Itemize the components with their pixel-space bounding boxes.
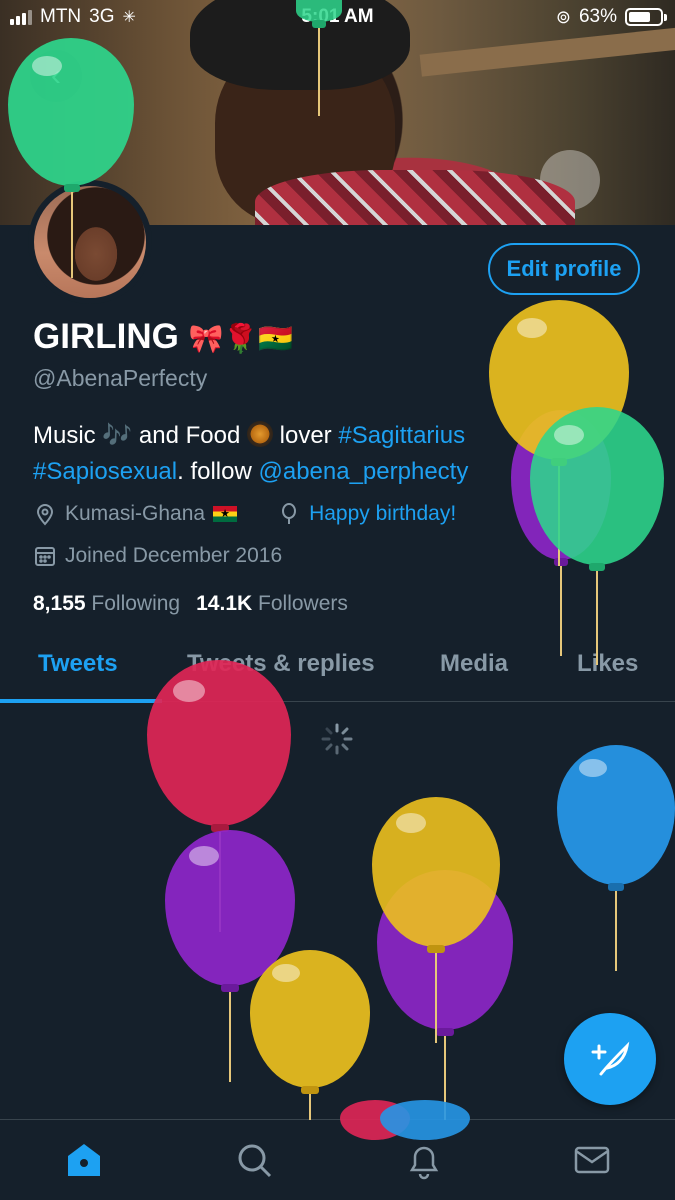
location-pin-icon <box>36 504 54 526</box>
calendar-icon <box>35 547 55 566</box>
location-row: Kumasi-Ghana Happy birthday! <box>33 502 456 526</box>
balloon-blue <box>557 745 675 975</box>
bio-text-2: and Food <box>132 422 247 449</box>
mail-icon[interactable] <box>572 1140 612 1180</box>
home-icon[interactable] <box>64 1140 104 1180</box>
profile-name-emojis: 🎀🌹🇬🇭 <box>188 323 294 354</box>
food-emoji-icon <box>246 421 273 447</box>
bio-text-4: . follow <box>177 458 259 485</box>
loading-spinner-icon <box>321 723 353 755</box>
rotation-lock-icon: ⊚ <box>555 6 571 27</box>
bio-text-3: lover <box>272 422 339 449</box>
hashtag-link[interactable]: #Sapiosexual <box>33 458 177 485</box>
balloon-red <box>147 660 291 940</box>
tab-media[interactable]: Media <box>440 650 508 678</box>
bio-text-1: Music <box>33 422 103 449</box>
edit-profile-button[interactable]: Edit profile <box>488 243 640 295</box>
follow-stats: 8,155 Following 14.1K Followers <box>33 592 348 616</box>
following-link[interactable]: 8,155 Following <box>33 592 180 616</box>
profile-name-text: GIRLING <box>33 317 179 356</box>
profile-tabs: Tweets Tweets & replies Media Likes <box>0 630 675 703</box>
followers-link[interactable]: 14.1K Followers <box>196 592 348 616</box>
profile-handle: @AbenaPerfecty <box>33 365 208 391</box>
followers-label: Followers <box>258 592 348 615</box>
chevron-left-icon: ‹ <box>51 59 61 92</box>
avatar[interactable] <box>28 180 152 304</box>
compose-tweet-button[interactable] <box>564 1013 656 1105</box>
profile-name: GIRLING 🎀🌹🇬🇭 <box>33 317 293 357</box>
balloon-yellow-bottom <box>250 950 370 1120</box>
battery-percent: 63% <box>578 6 617 27</box>
tab-likes[interactable]: Likes <box>577 650 638 678</box>
bottom-nav <box>0 1119 675 1200</box>
followers-count: 14.1K <box>196 592 253 615</box>
hashtag-link[interactable]: #Sagittarius <box>338 422 465 449</box>
following-label: Following <box>91 592 181 615</box>
tab-tweets[interactable]: Tweets <box>38 650 118 678</box>
bell-icon[interactable] <box>404 1140 444 1180</box>
back-button[interactable]: ‹ <box>30 50 82 102</box>
battery-icon <box>625 8 667 26</box>
birthday-link[interactable]: Happy birthday! <box>309 502 456 526</box>
profile-bio: Music 🎶 and Food lover #Sagittarius #Sap… <box>33 418 553 490</box>
status-bar: MTN 3G ✳ 5:01 AM ⊚ 63% <box>0 0 675 34</box>
ghana-flag-icon <box>213 506 238 522</box>
location-text: Kumasi-Ghana <box>65 502 206 525</box>
balloon-purple-center <box>377 870 513 1120</box>
tab-tweets-and-replies[interactable]: Tweets & replies <box>187 650 375 678</box>
balloon-partial-bottom <box>340 1100 470 1140</box>
joined-row: Joined December 2016 <box>33 544 282 568</box>
search-icon[interactable] <box>234 1140 274 1180</box>
music-note-emoji: 🎶 <box>102 422 133 449</box>
mention-link[interactable]: @abena_perphecty <box>258 458 468 485</box>
balloon-purple-left <box>165 830 295 1090</box>
following-count: 8,155 <box>33 592 86 615</box>
balloon-icon <box>282 503 297 524</box>
feather-plus-icon <box>591 1041 630 1076</box>
joined-text: Joined December 2016 <box>65 544 283 567</box>
balloon-yellow-center <box>372 797 500 1047</box>
active-tab-indicator <box>0 699 162 703</box>
